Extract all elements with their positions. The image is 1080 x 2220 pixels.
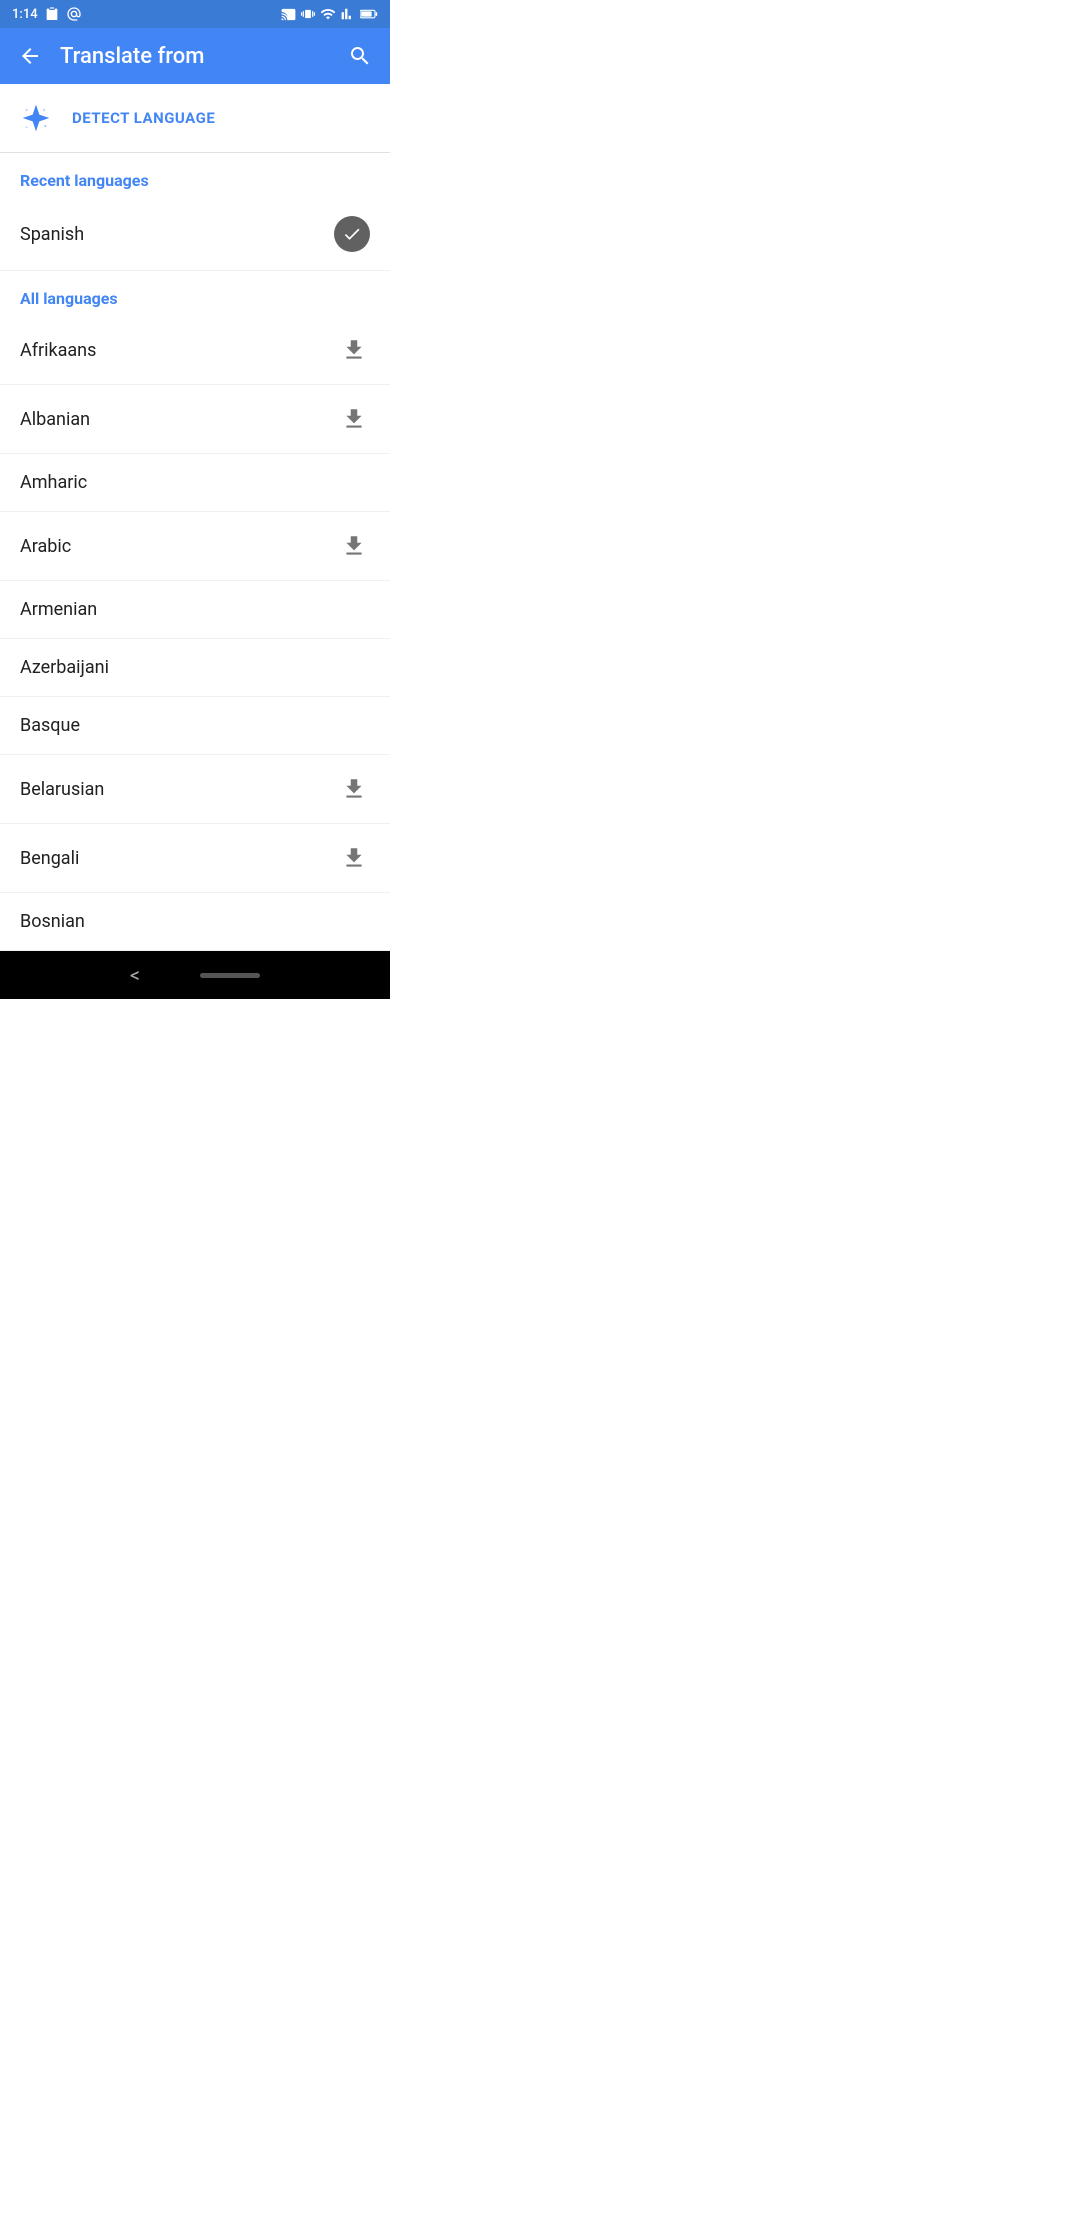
recent-languages-header: Recent languages bbox=[0, 153, 390, 198]
wifi-icon bbox=[320, 6, 336, 22]
download-icon[interactable] bbox=[338, 403, 370, 435]
language-name-spanish: Spanish bbox=[20, 224, 84, 245]
language-item[interactable]: Afrikaans bbox=[0, 316, 390, 385]
language-item[interactable]: Armenian bbox=[0, 581, 390, 639]
status-bar: 1:14 bbox=[0, 0, 390, 28]
search-button[interactable] bbox=[346, 42, 374, 70]
language-name: Afrikaans bbox=[20, 340, 96, 361]
sparkles-icon bbox=[20, 102, 52, 134]
all-languages-list: Afrikaans Albanian Amharic Arabic Armenian Az… bbox=[0, 316, 390, 951]
download-icon[interactable] bbox=[338, 334, 370, 366]
nav-bar: < bbox=[0, 951, 390, 999]
app-bar: Translate from bbox=[0, 28, 390, 84]
language-name: Arabic bbox=[20, 536, 71, 557]
home-indicator[interactable] bbox=[200, 973, 260, 978]
download-icon[interactable] bbox=[338, 530, 370, 562]
recent-languages-list: Spanish bbox=[0, 198, 390, 271]
battery-icon bbox=[360, 7, 378, 21]
at-icon bbox=[66, 6, 82, 22]
download-icon[interactable] bbox=[338, 842, 370, 874]
language-name: Albanian bbox=[20, 409, 90, 430]
detect-language-button[interactable]: DETECT LANGUAGE bbox=[0, 84, 390, 153]
language-item[interactable]: Albanian bbox=[0, 385, 390, 454]
language-name: Bengali bbox=[20, 848, 79, 869]
language-item[interactable]: Bosnian bbox=[0, 893, 390, 951]
status-time: 1:14 bbox=[12, 7, 38, 22]
language-name: Azerbaijani bbox=[20, 657, 109, 678]
language-item[interactable]: Belarusian bbox=[0, 755, 390, 824]
downloaded-check-icon bbox=[334, 216, 370, 252]
language-name: Armenian bbox=[20, 599, 97, 620]
language-name: Belarusian bbox=[20, 779, 104, 800]
detect-language-label: DETECT LANGUAGE bbox=[72, 109, 215, 127]
signal-icon bbox=[341, 7, 355, 21]
language-item[interactable]: Azerbaijani bbox=[0, 639, 390, 697]
language-name: Bosnian bbox=[20, 911, 85, 932]
nav-back-button[interactable]: < bbox=[130, 963, 140, 987]
back-button[interactable] bbox=[16, 42, 44, 70]
language-item-spanish[interactable]: Spanish bbox=[0, 198, 390, 271]
clipboard-icon bbox=[44, 6, 60, 22]
language-name: Basque bbox=[20, 715, 80, 736]
cast-icon bbox=[281, 7, 296, 22]
download-icon[interactable] bbox=[338, 773, 370, 805]
language-name: Amharic bbox=[20, 472, 87, 493]
vibrate-icon bbox=[301, 7, 315, 21]
language-item[interactable]: Bengali bbox=[0, 824, 390, 893]
page-title: Translate from bbox=[60, 44, 330, 69]
language-item[interactable]: Arabic bbox=[0, 512, 390, 581]
language-item[interactable]: Basque bbox=[0, 697, 390, 755]
language-item[interactable]: Amharic bbox=[0, 454, 390, 512]
all-languages-header: All languages bbox=[0, 271, 390, 316]
